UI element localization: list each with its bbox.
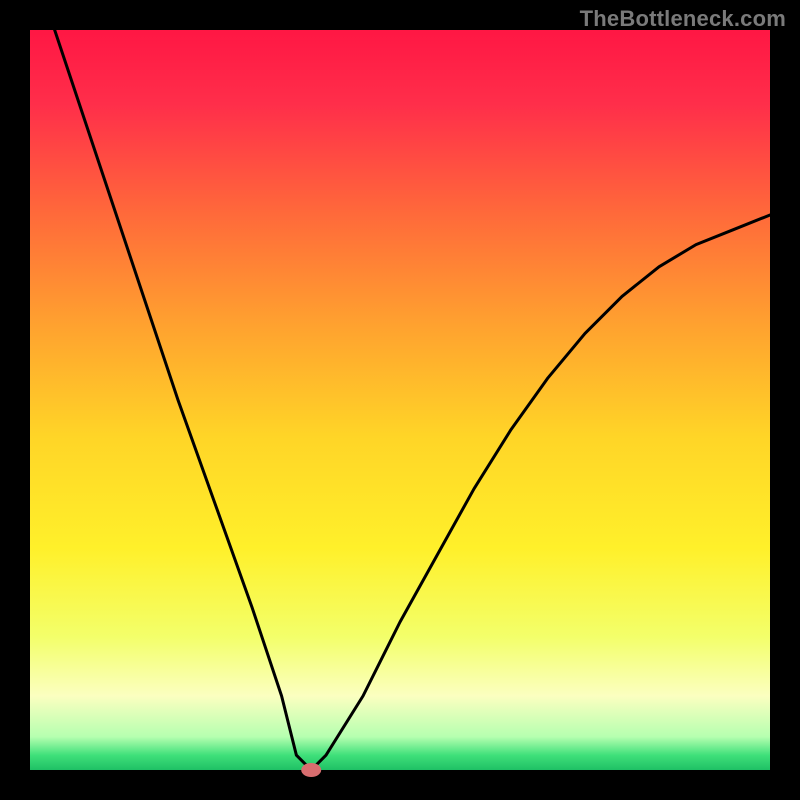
optimum-marker [301,763,321,777]
chart-container: TheBottleneck.com [0,0,800,800]
bottleneck-chart [0,0,800,800]
watermark-text: TheBottleneck.com [580,6,786,32]
